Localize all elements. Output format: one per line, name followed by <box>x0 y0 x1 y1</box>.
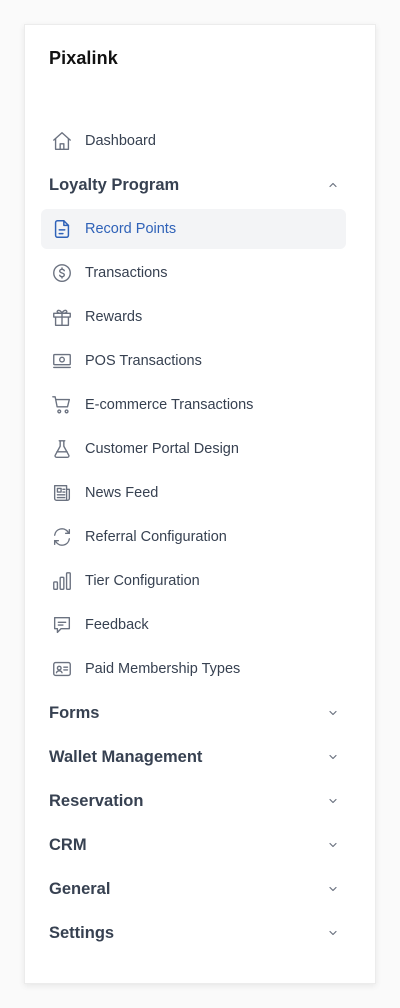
nav-label: Paid Membership Types <box>85 661 241 677</box>
chevron-down-icon <box>327 839 339 851</box>
section-loyalty-program[interactable]: Loyalty Program <box>49 170 339 200</box>
section-label: CRM <box>49 835 87 854</box>
cart-icon <box>50 393 74 417</box>
nav-label: E-commerce Transactions <box>85 397 254 413</box>
home-icon <box>50 129 74 153</box>
section-crm[interactable]: CRM <box>49 830 339 860</box>
nav-label: Record Points <box>85 221 177 237</box>
nav-item-customer-portal-design[interactable]: Customer Portal Design <box>41 429 346 469</box>
nav-label: Referral Configuration <box>85 529 227 545</box>
nav-item-pos-transactions[interactable]: POS Transactions <box>41 341 346 381</box>
nav-item-rewards[interactable]: Rewards <box>41 297 346 337</box>
sidebar: Pixalink Dashboard Loyalty Program Recor… <box>24 24 376 984</box>
cash-icon <box>50 349 74 373</box>
section-label: Forms <box>49 703 100 722</box>
chevron-up-icon <box>327 179 339 191</box>
section-label: General <box>49 879 111 898</box>
brand-title: Pixalink <box>49 48 118 68</box>
chevron-down-icon <box>327 883 339 895</box>
chevron-down-icon <box>327 751 339 763</box>
bar-chart-icon <box>50 569 74 593</box>
section-forms[interactable]: Forms <box>49 698 339 728</box>
chat-icon <box>50 613 74 637</box>
nav-item-record-points[interactable]: Record Points <box>41 209 346 249</box>
nav-item-news-feed[interactable]: News Feed <box>41 473 346 513</box>
section-settings[interactable]: Settings <box>49 918 339 948</box>
section-general[interactable]: General <box>49 874 339 904</box>
nav-item-dashboard[interactable]: Dashboard <box>41 121 346 161</box>
nav-label: Rewards <box>85 309 143 325</box>
nav-item-tier-configuration[interactable]: Tier Configuration <box>41 561 346 601</box>
nav-item-ecommerce-transactions[interactable]: E-commerce Transactions <box>41 385 346 425</box>
chevron-down-icon <box>327 927 339 939</box>
chevron-down-icon <box>327 707 339 719</box>
newspaper-icon <box>50 481 74 505</box>
section-label: Settings <box>49 923 115 942</box>
nav-item-paid-membership-types[interactable]: Paid Membership Types <box>41 649 346 689</box>
section-reservation[interactable]: Reservation <box>49 786 339 816</box>
document-icon <box>50 217 74 241</box>
refresh-icon <box>50 525 74 549</box>
section-label: Loyalty Program <box>49 175 180 194</box>
nav-label: News Feed <box>85 485 159 501</box>
section-label: Wallet Management <box>49 747 203 766</box>
nav-item-referral-configuration[interactable]: Referral Configuration <box>41 517 346 557</box>
nav-label: Customer Portal Design <box>85 441 239 457</box>
chevron-down-icon <box>327 795 339 807</box>
gift-icon <box>50 305 74 329</box>
dollar-circle-icon <box>50 261 74 285</box>
nav-label: Feedback <box>85 617 149 633</box>
nav-label: POS Transactions <box>85 353 202 369</box>
beaker-icon <box>50 437 74 461</box>
nav-label: Tier Configuration <box>85 573 200 589</box>
nav-item-feedback[interactable]: Feedback <box>41 605 346 645</box>
nav-item-transactions[interactable]: Transactions <box>41 253 346 293</box>
id-card-icon <box>50 657 74 681</box>
nav-label: Transactions <box>85 265 168 281</box>
section-label: Reservation <box>49 791 144 810</box>
nav-label: Dashboard <box>85 133 156 149</box>
section-wallet-management[interactable]: Wallet Management <box>49 742 339 772</box>
